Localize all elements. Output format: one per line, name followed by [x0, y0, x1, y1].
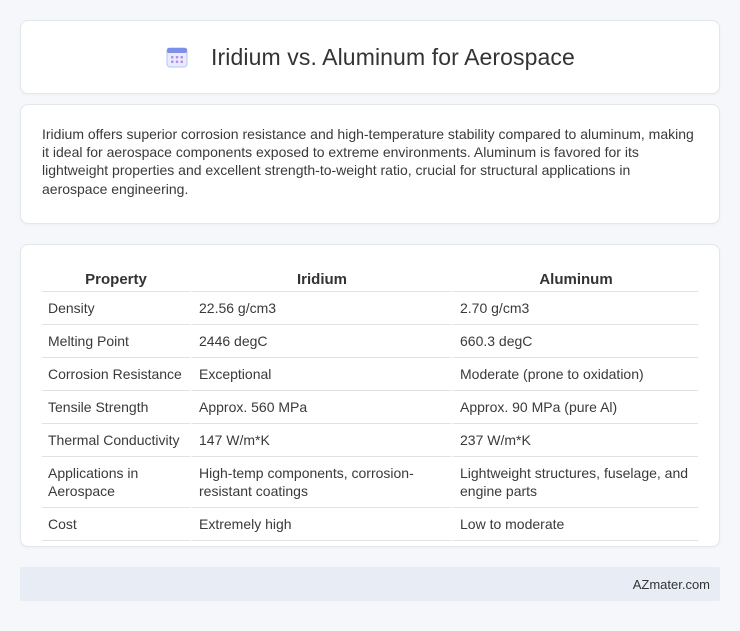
property-cell: Density	[42, 292, 190, 325]
title-card: Iridium vs. Aluminum for Aerospace	[20, 20, 720, 94]
comparison-table: Property Iridium Aluminum Density 22.56 …	[42, 267, 698, 541]
property-cell: Applications in Aerospace	[42, 457, 190, 508]
column-header-aluminum: Aluminum	[451, 267, 698, 292]
iridium-cell: Approx. 560 MPa	[190, 391, 451, 424]
table-row: Applications in Aerospace High-temp comp…	[42, 457, 698, 508]
table-card: Property Iridium Aluminum Density 22.56 …	[20, 244, 720, 547]
aluminum-cell: Low to moderate	[451, 508, 698, 541]
iridium-cell: Extremely high	[190, 508, 451, 541]
calendar-icon	[165, 45, 189, 69]
iridium-cell: 2446 degC	[190, 325, 451, 358]
table-row: Corrosion Resistance Exceptional Moderat…	[42, 358, 698, 391]
intro-card: Iridium offers superior corrosion resist…	[20, 104, 720, 224]
iridium-cell: Exceptional	[190, 358, 451, 391]
aluminum-cell: 237 W/m*K	[451, 424, 698, 457]
property-cell: Cost	[42, 508, 190, 541]
aluminum-cell: 660.3 degC	[451, 325, 698, 358]
iridium-cell: 22.56 g/cm3	[190, 292, 451, 325]
aluminum-cell: 2.70 g/cm3	[451, 292, 698, 325]
iridium-cell: High-temp components, corrosion-resistan…	[190, 457, 451, 508]
property-cell: Corrosion Resistance	[42, 358, 190, 391]
property-cell: Thermal Conductivity	[42, 424, 190, 457]
intro-text: Iridium offers superior corrosion resist…	[42, 126, 694, 197]
table-row: Thermal Conductivity 147 W/m*K 237 W/m*K	[42, 424, 698, 457]
footer: AZmater.com	[20, 567, 720, 601]
table-row: Tensile Strength Approx. 560 MPa Approx.…	[42, 391, 698, 424]
property-cell: Tensile Strength	[42, 391, 190, 424]
table-row: Density 22.56 g/cm3 2.70 g/cm3	[42, 292, 698, 325]
aluminum-cell: Moderate (prone to oxidation)	[451, 358, 698, 391]
table-header-row: Property Iridium Aluminum	[42, 267, 698, 292]
column-header-iridium: Iridium	[190, 267, 451, 292]
page-title: Iridium vs. Aluminum for Aerospace	[211, 43, 575, 70]
aluminum-cell: Lightweight structures, fuselage, and en…	[451, 457, 698, 508]
table-row: Melting Point 2446 degC 660.3 degC	[42, 325, 698, 358]
property-cell: Melting Point	[42, 325, 190, 358]
table-row: Cost Extremely high Low to moderate	[42, 508, 698, 541]
footer-brand: AZmater.com	[632, 576, 710, 592]
aluminum-cell: Approx. 90 MPa (pure Al)	[451, 391, 698, 424]
column-header-property: Property	[42, 267, 190, 292]
iridium-cell: 147 W/m*K	[190, 424, 451, 457]
